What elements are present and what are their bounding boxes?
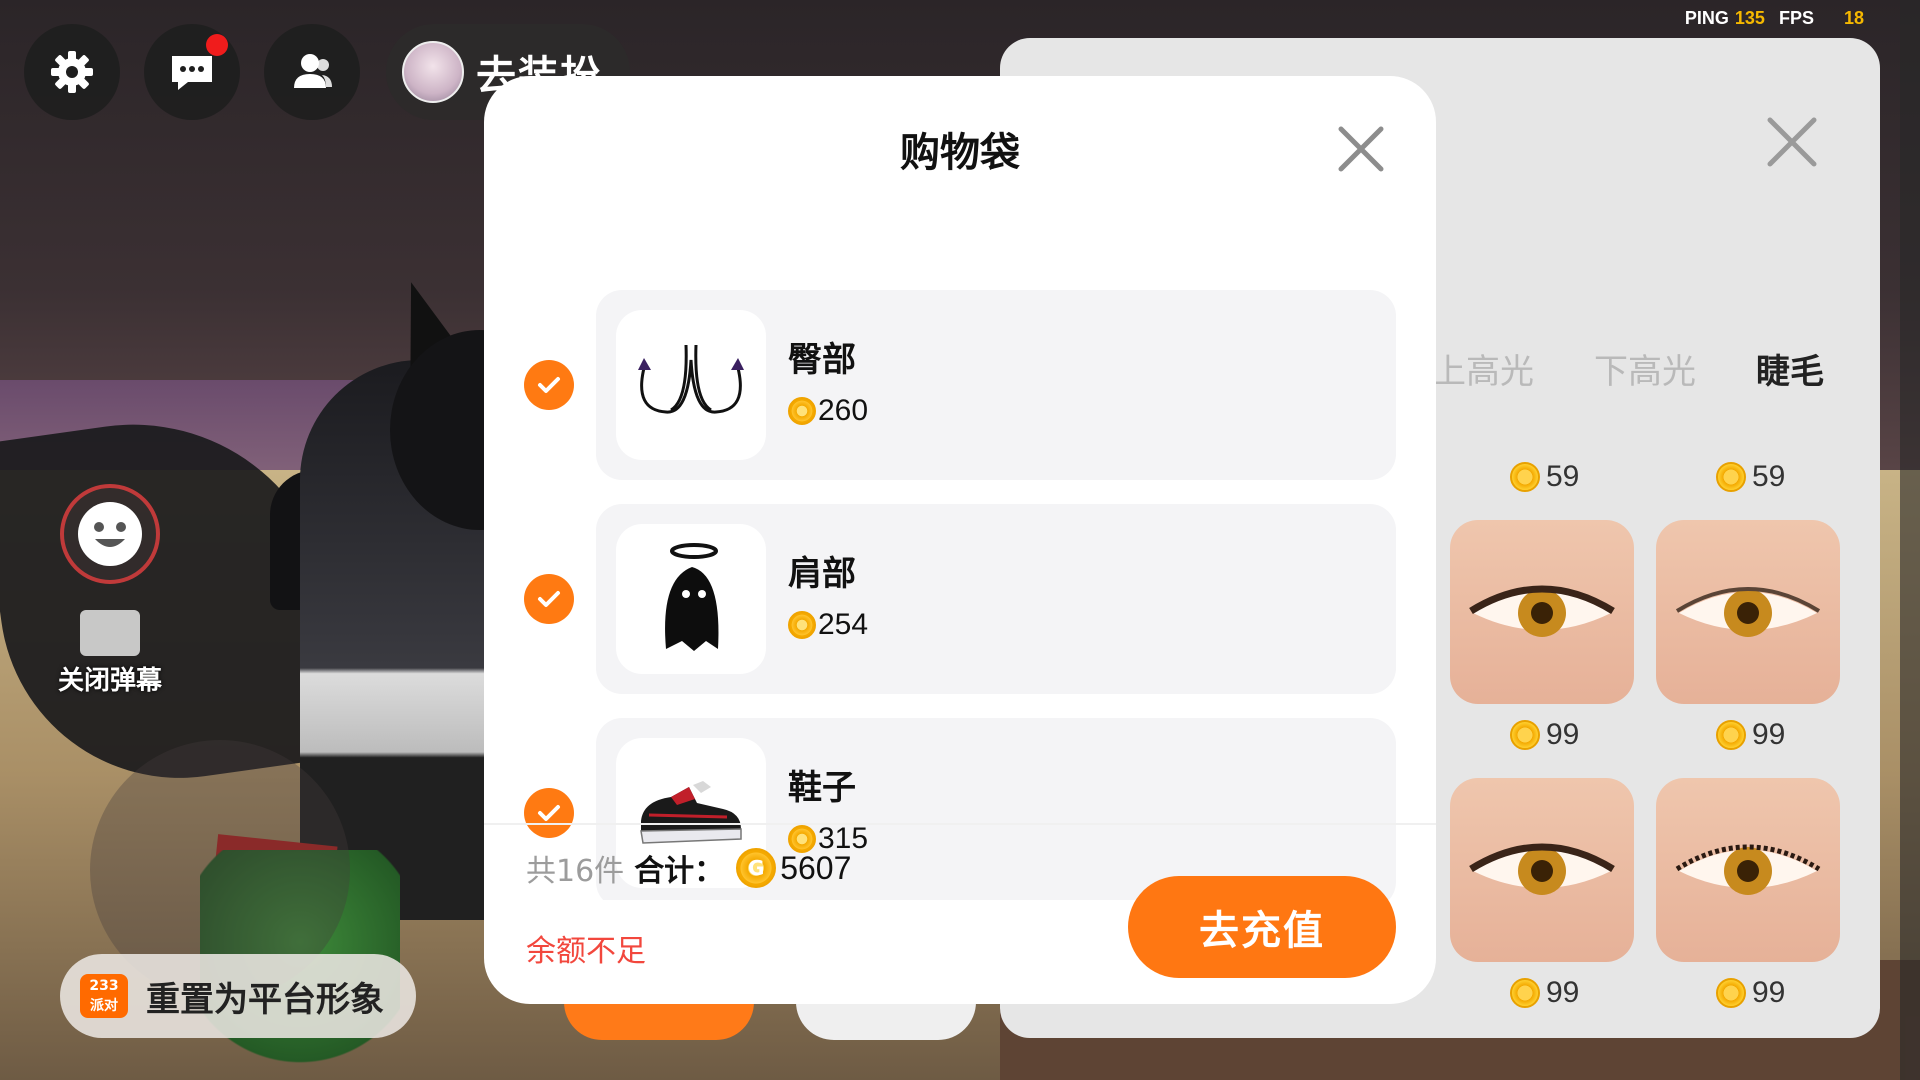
performance-stats: PING 135 FPS 18 bbox=[1685, 8, 1864, 29]
grid-price: 59 bbox=[1716, 460, 1785, 494]
cart-list[interactable]: 臀部 260 肩部 254 鞋子 315 bbox=[484, 212, 1436, 900]
item-card[interactable]: 臀部 260 bbox=[596, 290, 1396, 480]
item-price-value: 260 bbox=[818, 394, 869, 427]
item-name: 肩部 bbox=[788, 554, 856, 594]
coin-icon bbox=[1510, 462, 1540, 492]
tail-icon bbox=[638, 344, 744, 414]
dialog-title: 购物袋 bbox=[900, 130, 1020, 176]
shop-close-icon[interactable] bbox=[1764, 114, 1820, 170]
friends-button[interactable] bbox=[264, 24, 360, 120]
notification-dot bbox=[206, 34, 228, 56]
grid-price: 99 bbox=[1716, 976, 1785, 1010]
coin-icon bbox=[788, 397, 816, 425]
sneakers-icon bbox=[640, 781, 742, 844]
tab-eyelash[interactable]: 睫毛 bbox=[1756, 344, 1824, 393]
checkmark-icon bbox=[538, 377, 560, 393]
grid-price-value: 59 bbox=[1546, 460, 1580, 493]
item-price: 254 bbox=[788, 608, 868, 642]
eyelash-item[interactable] bbox=[1450, 778, 1634, 962]
grid-price: 99 bbox=[1510, 976, 1579, 1010]
item-checkbox[interactable] bbox=[524, 360, 574, 410]
item-thumbnail bbox=[616, 524, 766, 674]
reset-label: 重置为平台形象 bbox=[146, 979, 384, 1020]
checkmark-icon bbox=[538, 591, 560, 607]
ping-label: PING bbox=[1684, 8, 1729, 28]
smiley-icon bbox=[78, 502, 142, 566]
close-icon[interactable] bbox=[1336, 124, 1386, 174]
item-name: 臀部 bbox=[788, 340, 856, 380]
grid-price-value: 59 bbox=[1752, 460, 1786, 493]
eyelash-item[interactable] bbox=[1656, 520, 1840, 704]
coin-icon bbox=[1510, 720, 1540, 750]
grid-price-value: 99 bbox=[1752, 976, 1786, 1009]
shop-tabs: 上高光 下高光 睫毛 bbox=[1432, 344, 1824, 393]
ping-stat: PING 135 bbox=[1685, 8, 1765, 29]
emoji-button[interactable] bbox=[60, 484, 160, 584]
grid-price-value: 99 bbox=[1546, 976, 1580, 1009]
item-price: 260 bbox=[788, 394, 868, 428]
coin-icon bbox=[1716, 720, 1746, 750]
tab-upper-highlight[interactable]: 上高光 bbox=[1432, 344, 1534, 393]
chat-bubble-icon bbox=[172, 56, 212, 90]
ping-value: 135 bbox=[1734, 8, 1765, 28]
danmu-toggle[interactable]: 关闭弹幕 bbox=[50, 610, 170, 697]
danmu-off-icon bbox=[80, 610, 140, 656]
coin-icon bbox=[1510, 978, 1540, 1008]
eye-icon bbox=[1675, 587, 1821, 637]
total-label: 合计： bbox=[634, 854, 725, 889]
fps-label: FPS bbox=[1778, 8, 1814, 28]
item-checkbox[interactable] bbox=[524, 574, 574, 624]
grid-price: 99 bbox=[1510, 718, 1579, 752]
item-count: 共16件 bbox=[526, 854, 625, 889]
edge-strip bbox=[1900, 0, 1920, 1080]
item-price-value: 254 bbox=[818, 608, 869, 641]
reset-avatar-button[interactable]: 233 派对 重置为平台形象 bbox=[60, 954, 416, 1038]
item-thumbnail bbox=[616, 310, 766, 460]
eyelash-item[interactable] bbox=[1450, 520, 1634, 704]
friends-icon bbox=[294, 54, 332, 88]
grid-price-value: 99 bbox=[1752, 718, 1786, 751]
grid-price: 99 bbox=[1716, 718, 1785, 752]
grid-price-value: 99 bbox=[1546, 718, 1580, 751]
cart-item: 臀部 260 bbox=[484, 290, 1436, 480]
avatar bbox=[402, 41, 464, 103]
eye-icon bbox=[1469, 585, 1615, 637]
fps-stat: FPS 18 bbox=[1779, 8, 1864, 29]
grid-price: 59 bbox=[1510, 460, 1579, 494]
party-logo-icon: 233 派对 bbox=[80, 974, 128, 1018]
insufficient-balance-text: 余额不足 bbox=[526, 934, 646, 969]
item-name: 鞋子 bbox=[788, 768, 856, 808]
coin-icon bbox=[1716, 462, 1746, 492]
item-card[interactable]: 肩部 254 bbox=[596, 504, 1396, 694]
tab-lower-highlight[interactable]: 下高光 bbox=[1594, 344, 1696, 393]
divider bbox=[484, 823, 1436, 825]
eyelash-item[interactable] bbox=[1656, 778, 1840, 962]
coin-icon bbox=[788, 611, 816, 639]
eye-icon bbox=[1675, 844, 1821, 895]
settings-button[interactable] bbox=[24, 24, 120, 120]
total-value: 5607 bbox=[780, 849, 852, 886]
eye-icon bbox=[1469, 843, 1615, 895]
item-checkbox[interactable] bbox=[524, 788, 574, 838]
danmu-label: 关闭弹幕 bbox=[57, 666, 162, 696]
cart-item: 肩部 254 bbox=[484, 504, 1436, 694]
fps-value: 18 bbox=[1843, 8, 1864, 28]
shopping-bag-dialog: 购物袋 臀部 260 肩部 254 鞋子 315 共16件 合计： G 5607… bbox=[484, 76, 1436, 1004]
chat-button[interactable] bbox=[144, 24, 240, 120]
gear-icon bbox=[51, 51, 93, 93]
recharge-button[interactable]: 去充值 bbox=[1128, 876, 1396, 978]
coin-icon: G bbox=[736, 848, 777, 888]
coin-icon bbox=[1716, 978, 1746, 1008]
cart-summary: 共16件 合计： G 5607 bbox=[526, 846, 851, 890]
ghost-halo-icon bbox=[665, 543, 719, 651]
